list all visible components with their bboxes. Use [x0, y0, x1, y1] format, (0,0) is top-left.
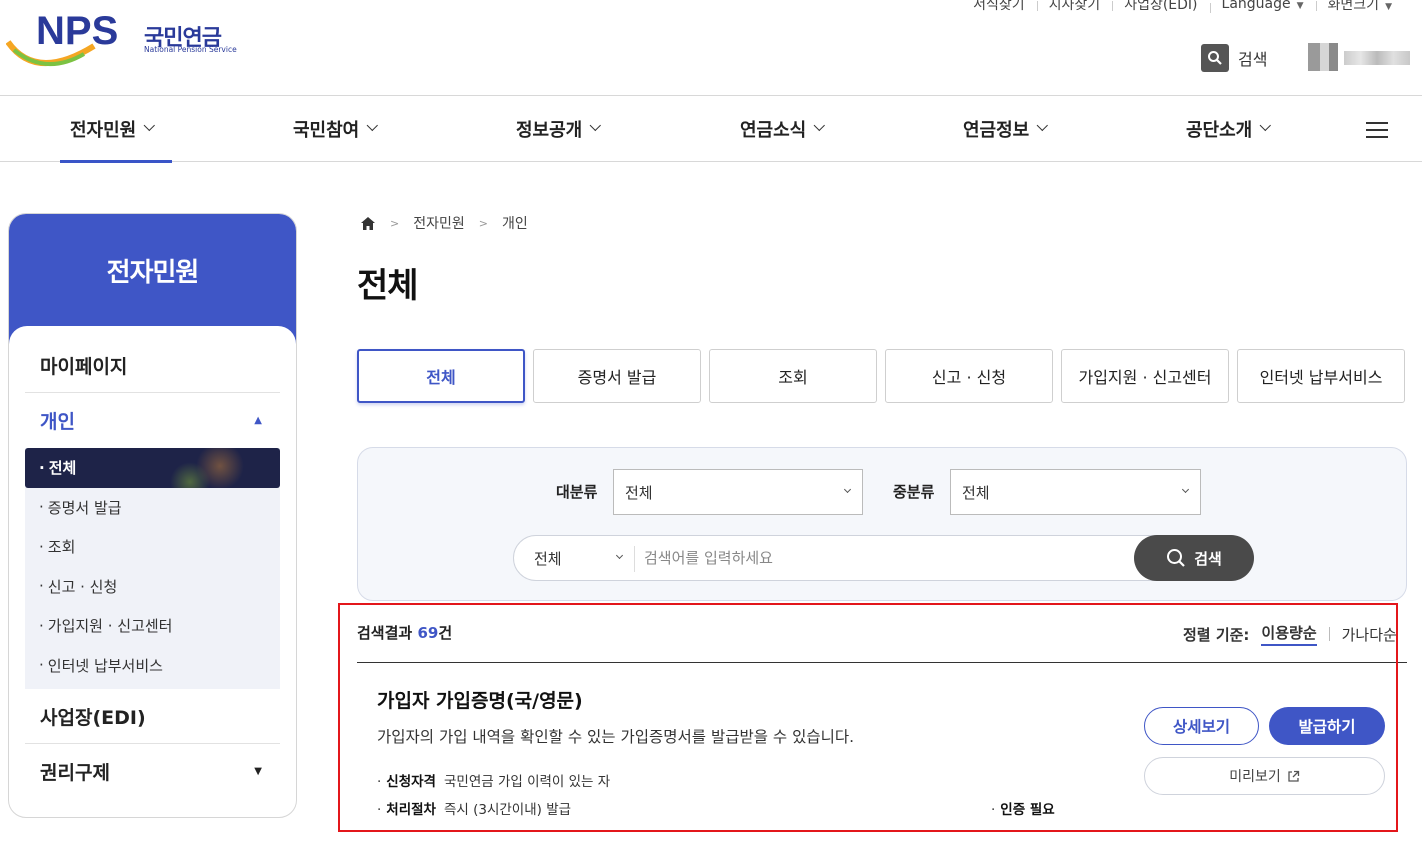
tab-report[interactable]: 신고 · 신청 — [885, 349, 1053, 403]
breadcrumb-e-civil[interactable]: 전자민원 — [413, 213, 465, 233]
tab-inquiry[interactable]: 조회 — [709, 349, 877, 403]
minor-category-select[interactable]: 전체 — [950, 469, 1201, 515]
side-sub-certificate[interactable]: · 증명서 발급 — [25, 488, 280, 528]
util-screen-size[interactable]: 화면크기 ▼ — [1315, 0, 1404, 14]
gnb-item-pension-info[interactable]: 연금정보 — [963, 96, 1049, 162]
search-input[interactable] — [644, 542, 1124, 574]
search-filter-panel: 대분류 전체 중분류 전체 전체 검색 — [357, 447, 1407, 601]
chevron-down-icon — [615, 551, 624, 560]
side-sub-all[interactable]: · 전체 — [25, 448, 280, 488]
user-name-blurred — [1344, 51, 1410, 65]
side-nav-header: 전자민원 — [9, 214, 296, 354]
utility-menu: 서식찾기 지사찾기 사업장(EDI) Language ▼ 화면크기 ▼ — [961, 0, 1404, 14]
chevron-right-icon: > — [390, 216, 400, 230]
util-language[interactable]: Language ▼ — [1209, 0, 1316, 13]
highlight-box — [338, 603, 1398, 832]
gnb-item-about[interactable]: 공단소개 — [1186, 96, 1272, 162]
keyword-search-bar: 전체 검색 — [513, 535, 1254, 581]
util-edi[interactable]: 사업장(EDI) — [1112, 0, 1209, 14]
util-forms[interactable]: 서식찾기 — [961, 0, 1037, 14]
gnb-item-e-civil[interactable]: 전자민원 — [59, 96, 173, 163]
tab-all[interactable]: 전체 — [357, 349, 525, 403]
search-submit-button[interactable]: 검색 — [1134, 535, 1254, 581]
search-icon — [1201, 44, 1229, 72]
side-sub-support-center[interactable]: · 가입지원 · 신고센터 — [25, 606, 280, 646]
nps-logo[interactable]: NPS 국민연금 National Pension Service — [5, 9, 246, 72]
tab-certificate[interactable]: 증명서 발급 — [533, 349, 701, 403]
hamburger-menu-icon[interactable] — [1366, 122, 1388, 138]
caret-up-icon: ▲ — [254, 415, 262, 426]
chevron-down-icon — [366, 119, 379, 132]
side-nav-submenu: · 전체 · 증명서 발급 · 조회 · 신고 · 신청 · 가입지원 · 신고… — [25, 448, 280, 689]
gnb-item-participation[interactable]: 국민참여 — [293, 96, 379, 162]
chevron-down-icon — [1181, 485, 1190, 494]
chevron-down-icon — [143, 119, 156, 132]
user-avatar-blurred[interactable] — [1308, 43, 1338, 71]
home-icon[interactable] — [360, 216, 376, 231]
header-search-label: 검색 — [1238, 50, 1268, 69]
side-sub-internet-payment[interactable]: · 인터넷 납부서비스 — [25, 646, 280, 686]
logo-english: National Pension Service — [144, 45, 237, 54]
gnb-item-disclosure[interactable]: 정보공개 — [516, 96, 602, 162]
side-navigation: 전자민원 마이페이지 개인 ▲ · 전체 · 증명서 발급 · 조회 · 신고 ·… — [8, 213, 297, 818]
chevron-down-icon — [813, 119, 826, 132]
page-title: 전체 — [357, 266, 419, 306]
side-sub-inquiry[interactable]: · 조회 — [25, 527, 280, 567]
side-sub-report[interactable]: · 신고 · 신청 — [25, 567, 280, 607]
breadcrumb: > 전자민원 > 개인 — [360, 213, 528, 233]
gnb-item-news[interactable]: 연금소식 — [740, 96, 826, 162]
util-branch[interactable]: 지사찾기 — [1036, 0, 1113, 14]
header-search-button[interactable]: 검색 — [1201, 44, 1267, 72]
global-navigation: 전자민원 국민참여 정보공개 연금소식 연금정보 공단소개 — [0, 95, 1422, 163]
search-icon — [1167, 549, 1185, 567]
caret-down-icon: ▼ — [254, 766, 262, 777]
minor-category-label: 중분류 — [893, 483, 935, 501]
major-category-label: 대분류 — [556, 483, 598, 501]
caret-down-icon: ▼ — [1385, 2, 1392, 12]
logo-mark: NPS — [5, 9, 118, 67]
side-nav-mypage[interactable]: 마이페이지 — [25, 338, 280, 393]
tab-internet-payment[interactable]: 인터넷 납부서비스 — [1237, 349, 1405, 403]
chevron-down-icon — [1259, 119, 1272, 132]
major-category-select[interactable]: 전체 — [613, 469, 863, 515]
side-nav-personal[interactable]: 개인 ▲ — [25, 393, 280, 448]
breadcrumb-personal[interactable]: 개인 — [502, 213, 528, 233]
category-tabs: 전체 증명서 발급 조회 신고 · 신청 가입지원 · 신고센터 인터넷 납부서… — [357, 349, 1405, 403]
caret-down-icon: ▼ — [1296, 1, 1304, 11]
logo-text: NPS — [36, 10, 118, 53]
tab-support-center[interactable]: 가입지원 · 신고센터 — [1061, 349, 1229, 403]
chevron-down-icon — [1036, 119, 1049, 132]
search-scope-select[interactable]: 전체 — [534, 548, 562, 569]
side-nav-title: 전자민원 — [106, 258, 200, 288]
side-nav-biz-edi[interactable]: 사업장(EDI) — [25, 689, 280, 744]
chevron-down-icon — [589, 119, 602, 132]
side-nav-rights[interactable]: 권리구제 ▼ — [25, 744, 280, 799]
chevron-right-icon: > — [478, 216, 488, 230]
chevron-down-icon — [843, 485, 852, 494]
